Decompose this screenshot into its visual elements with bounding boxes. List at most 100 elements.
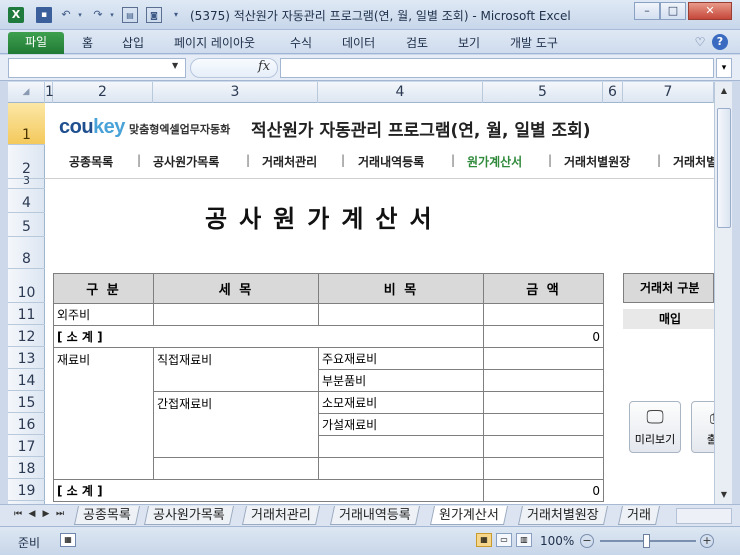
undo-dropdown-icon[interactable]: ▾ <box>72 7 88 23</box>
table-cell[interactable] <box>483 413 604 436</box>
camera-icon[interactable]: ◙ <box>146 7 162 23</box>
zoom-in-icon[interactable]: + <box>700 534 714 548</box>
form-icon[interactable]: ▤ <box>122 7 138 23</box>
sheet-tab-transactions[interactable]: 거래내역등록 <box>329 506 420 525</box>
table-cell[interactable] <box>153 303 319 326</box>
sheet-tab-work-types[interactable]: 공종목록 <box>73 506 140 525</box>
subtotal-value[interactable]: 0 <box>483 479 604 502</box>
nav-item-vendors[interactable]: 거래처관리 <box>262 153 317 170</box>
macro-record-icon[interactable]: ▦ <box>60 533 76 547</box>
column-header[interactable]: 2 <box>53 82 153 103</box>
row-header[interactable]: 8 <box>8 237 45 269</box>
row-header[interactable]: 10 <box>8 269 45 303</box>
subtotal-label[interactable]: [ 소 계 ] <box>53 479 484 502</box>
subtotal-value[interactable]: 0 <box>483 325 604 348</box>
table-cell[interactable] <box>318 435 484 458</box>
scroll-up-icon[interactable]: ▲ <box>717 84 731 98</box>
column-header[interactable]: 3 <box>153 82 318 103</box>
column-header[interactable]: 6 <box>603 82 623 103</box>
column-header[interactable]: 5 <box>483 82 603 103</box>
scroll-down-icon[interactable]: ▼ <box>717 488 731 502</box>
table-cell[interactable] <box>318 303 484 326</box>
preview-button[interactable]: 🖵 미리보기 <box>629 401 681 453</box>
nav-item-cost-list[interactable]: 공사원가목록 <box>153 153 219 170</box>
column-header[interactable]: 7 <box>623 82 714 103</box>
sheet-tab-vendor-ledger[interactable]: 거래처별원장 <box>517 506 608 525</box>
row-header[interactable]: 19 <box>8 479 45 501</box>
row-header[interactable]: 5 <box>8 213 45 237</box>
expand-formula-bar-icon[interactable]: ▾ <box>716 58 732 78</box>
tab-developer[interactable]: 개발 도구 <box>510 33 558 53</box>
table-cell[interactable] <box>483 347 604 370</box>
prev-sheet-icon[interactable]: ◀ <box>26 509 38 519</box>
excel-logo-icon[interactable]: X <box>8 7 24 23</box>
table-cell[interactable]: 간접재료비 <box>153 391 319 458</box>
insert-function-icon[interactable]: fx <box>258 59 270 74</box>
vertical-scroll-thumb[interactable] <box>717 108 731 228</box>
nav-item-vendor-ledger[interactable]: 거래처별원장 <box>564 153 630 170</box>
name-box-dropdown-icon[interactable]: ▼ <box>172 61 178 70</box>
formula-input[interactable] <box>280 58 714 78</box>
row-header[interactable]: 15 <box>8 391 45 413</box>
save-icon[interactable]: ▪ <box>36 7 52 23</box>
customize-qat-icon[interactable]: ▾ <box>168 7 184 23</box>
tab-data[interactable]: 데이터 <box>342 33 375 53</box>
column-header[interactable]: 1 <box>45 82 54 103</box>
nav-item-work-types[interactable]: 공종목록 <box>69 153 113 170</box>
minimize-button[interactable]: – <box>634 2 660 20</box>
zoom-level[interactable]: 100% <box>540 534 574 548</box>
sheet-tab-vendors[interactable]: 거래처관리 <box>241 506 320 525</box>
tab-insert[interactable]: 삽입 <box>122 33 144 53</box>
table-cell[interactable] <box>483 457 604 480</box>
redo-dropdown-icon[interactable]: ▾ <box>104 7 120 23</box>
tab-view[interactable]: 보기 <box>458 33 480 53</box>
sheet-tab-cost-statement[interactable]: 원가계산서 <box>429 506 508 525</box>
table-cell[interactable] <box>318 457 484 480</box>
print-button[interactable]: ⎙ 출력 <box>691 401 714 453</box>
nav-item-vendor-more[interactable]: 거래처별 <box>673 153 714 170</box>
nav-item-transactions[interactable]: 거래내역등록 <box>358 153 424 170</box>
table-cell[interactable]: 가설재료비 <box>318 413 484 436</box>
tab-home[interactable]: 홈 <box>82 33 93 53</box>
table-cell[interactable] <box>483 303 604 326</box>
row-header[interactable]: 3 <box>8 174 45 189</box>
select-all-corner[interactable]: ◢ <box>8 82 45 103</box>
next-sheet-icon[interactable]: ▶ <box>40 509 52 519</box>
row-header[interactable]: 13 <box>8 347 45 369</box>
zoom-slider-thumb[interactable] <box>643 534 650 548</box>
row-header[interactable]: 11 <box>8 303 45 325</box>
normal-view-icon[interactable]: ▦ <box>476 533 492 547</box>
table-cell[interactable]: 소모재료비 <box>318 391 484 414</box>
help-icon[interactable]: ? <box>712 34 728 50</box>
row-header[interactable]: 17 <box>8 435 45 457</box>
page-layout-view-icon[interactable]: ▭ <box>496 533 512 547</box>
last-sheet-icon[interactable]: ⏭ <box>54 509 66 519</box>
table-cell[interactable] <box>153 457 319 480</box>
table-cell[interactable]: 부분품비 <box>318 369 484 392</box>
tab-formulas[interactable]: 수식 <box>290 33 312 53</box>
table-cell[interactable] <box>483 391 604 414</box>
vendor-type-value[interactable]: 매입 <box>623 309 714 329</box>
name-box[interactable] <box>8 58 186 78</box>
maximize-button[interactable]: □ <box>660 2 686 20</box>
row-header[interactable]: 14 <box>8 369 45 391</box>
tab-page-layout[interactable]: 페이지 레이아웃 <box>174 33 255 53</box>
sheet-tab-cost-list[interactable]: 공사원가목록 <box>143 506 234 525</box>
row-header[interactable]: 4 <box>8 189 45 213</box>
first-sheet-icon[interactable]: ⏮ <box>12 509 24 519</box>
table-cell[interactable]: 재료비 <box>53 347 154 480</box>
ribbon-collapse-icon[interactable]: ♡ <box>692 34 708 50</box>
table-cell[interactable]: 외주비 <box>53 303 154 326</box>
page-break-view-icon[interactable]: ▥ <box>516 533 532 547</box>
table-cell[interactable]: 직접재료비 <box>153 347 319 392</box>
row-header[interactable]: 1 <box>8 103 45 145</box>
zoom-out-icon[interactable]: − <box>580 534 594 548</box>
row-header[interactable]: 12 <box>8 325 45 347</box>
row-header[interactable]: 18 <box>8 457 45 479</box>
subtotal-label[interactable]: [ 소 계 ] <box>53 325 484 348</box>
tab-review[interactable]: 검토 <box>406 33 428 53</box>
nav-item-cost-statement[interactable]: 원가계산서 <box>467 153 522 170</box>
column-header[interactable]: 4 <box>318 82 483 103</box>
horizontal-scrollbar[interactable] <box>676 508 732 524</box>
close-button[interactable]: ✕ <box>688 2 732 20</box>
